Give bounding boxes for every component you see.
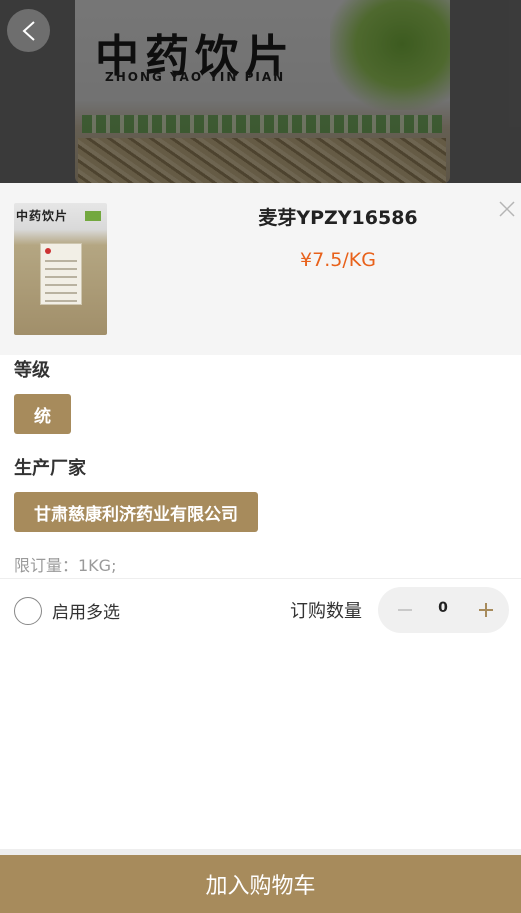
- minus-icon: [398, 609, 412, 611]
- quantity-stepper: 0: [378, 587, 509, 633]
- thumbnail-art: [85, 211, 101, 221]
- product-price: ¥7.5/KG: [300, 249, 376, 271]
- decrement-button[interactable]: [390, 595, 420, 625]
- dim-overlay[interactable]: [0, 0, 521, 183]
- manufacturer-option[interactable]: 甘肃慈康利济药业有限公司: [14, 492, 258, 532]
- plus-icon: [479, 603, 493, 617]
- multi-select-radio[interactable]: [14, 597, 42, 625]
- quantity-value[interactable]: 0: [428, 600, 458, 616]
- thumbnail-label: [40, 243, 82, 305]
- product-name: 麦芽YPZY16586: [258, 207, 418, 229]
- thumbnail-title: 中药饮片: [16, 209, 69, 223]
- product-thumbnail: 中药饮片: [14, 203, 107, 335]
- grade-label: 等级: [14, 360, 50, 381]
- divider: [0, 578, 521, 579]
- chevron-left-icon: [22, 20, 35, 41]
- multi-select-label[interactable]: 启用多选: [52, 598, 120, 623]
- manufacturer-label: 生产厂家: [14, 458, 86, 479]
- order-limit-text: 限订量：1KG;: [14, 556, 117, 575]
- increment-button[interactable]: [471, 595, 501, 625]
- grade-option[interactable]: 统: [14, 394, 71, 434]
- close-button[interactable]: [497, 199, 517, 219]
- quantity-label: 订购数量: [290, 601, 362, 622]
- close-icon: [499, 201, 515, 217]
- sku-sheet-header: 中药饮片 麦芽YPZY16586 ¥7.5/KG: [0, 183, 521, 355]
- product-hero-image: 中药饮片 ZHONG YAO YIN PIAN: [0, 0, 521, 183]
- add-to-cart-button[interactable]: 加入购物车: [0, 855, 521, 913]
- back-button[interactable]: [7, 9, 50, 52]
